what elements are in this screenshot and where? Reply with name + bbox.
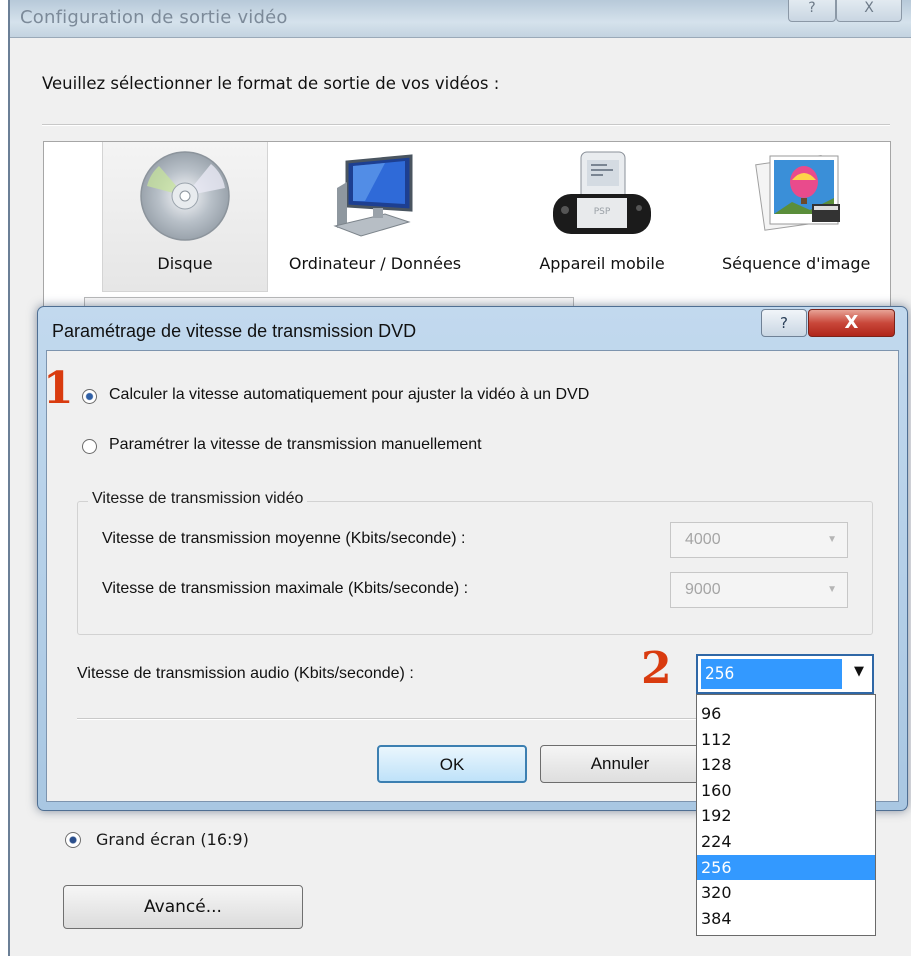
audio-bitrate-label: Vitesse de transmission audio (Kbits/sec… <box>77 665 414 682</box>
audio-option-320[interactable]: 320 <box>697 880 875 906</box>
audio-option-384[interactable]: 384 <box>697 906 875 932</box>
audio-bitrate-select[interactable]: 256 ▼ <box>696 654 874 694</box>
average-bitrate-label: Vitesse de transmission moyenne (Kbits/s… <box>102 530 466 547</box>
advanced-button[interactable]: Avancé... <box>63 885 303 929</box>
outer-help-button[interactable]: ? <box>788 0 836 22</box>
audio-option-128[interactable]: 128 <box>697 752 875 778</box>
radio-manual-label: Paramétrer la vitesse de transmission ma… <box>109 436 482 453</box>
average-bitrate-select: 4000 ▼ <box>670 522 848 558</box>
format-sequence-image[interactable]: Séquence d'image <box>714 142 890 292</box>
format-prompt: Veuillez sélectionner le format de sorti… <box>42 74 500 93</box>
audio-option-96[interactable]: 96 <box>697 701 875 727</box>
format-disque[interactable]: Disque <box>102 142 268 292</box>
max-bitrate-label: Vitesse de transmission maximale (Kbits/… <box>102 580 469 597</box>
outer-close-button[interactable]: X <box>836 0 902 22</box>
audio-bitrate-options: 96 112 128 160 192 224 256 320 384 <box>696 694 876 936</box>
cancel-button[interactable]: Annuler <box>540 745 700 783</box>
chevron-down-icon: ▼ <box>827 584 837 595</box>
widescreen-label: Grand écran (16:9) <box>96 830 249 849</box>
chevron-down-icon: ▼ <box>827 534 837 545</box>
max-bitrate-value: 9000 <box>685 581 721 598</box>
dialog-help-button[interactable]: ? <box>761 309 807 337</box>
widescreen-radio[interactable] <box>65 832 81 848</box>
video-group-legend: Vitesse de transmission vidéo <box>88 490 308 508</box>
video-bitrate-group: Vitesse de transmission vidéo Vitesse de… <box>77 490 873 635</box>
format-label: Ordinateur / Données <box>288 254 462 273</box>
audio-bitrate-value: 256 <box>701 659 842 689</box>
dialog-close-button[interactable]: X <box>808 309 895 337</box>
format-label: Séquence d'image <box>722 254 871 273</box>
average-bitrate-value: 4000 <box>685 531 721 548</box>
disc-icon <box>137 148 233 248</box>
outer-window-title: Configuration de sortie vidéo <box>20 7 288 28</box>
radio-auto-bitrate[interactable] <box>82 389 97 404</box>
computer-monitor-icon <box>325 148 425 248</box>
radio-auto-label: Calculer la vitesse automatiquement pour… <box>109 386 590 403</box>
dialog-title: Paramétrage de vitesse de transmission D… <box>52 321 417 341</box>
audio-option-112[interactable]: 112 <box>697 727 875 753</box>
outer-titlebar: Configuration de sortie vidéo ? X <box>10 0 911 38</box>
format-appareil-mobile[interactable]: PSP Appareil mobile <box>512 142 692 292</box>
svg-text:PSP: PSP <box>594 207 611 217</box>
audio-option-256[interactable]: 256 <box>697 854 875 881</box>
format-label: Disque <box>157 254 213 273</box>
audio-option-160[interactable]: 160 <box>697 778 875 804</box>
format-label: Appareil mobile <box>539 254 665 273</box>
annotation-marker-1: 1 <box>43 363 74 414</box>
audio-option-192[interactable]: 192 <box>697 803 875 829</box>
ok-button[interactable]: OK <box>377 745 527 783</box>
annotation-marker-2: 2 <box>641 643 672 694</box>
psp-device-icon: PSP <box>547 148 657 248</box>
format-list: Disque Ordinateur / Données PSP Appareil… <box>43 141 891 313</box>
divider <box>42 124 890 126</box>
chevron-down-icon[interactable]: ▼ <box>854 664 864 679</box>
radio-manual-bitrate[interactable] <box>82 439 97 454</box>
audio-option-224[interactable]: 224 <box>697 829 875 855</box>
max-bitrate-select: 9000 ▼ <box>670 572 848 608</box>
format-ordinateur[interactable]: Ordinateur / Données <box>270 142 480 292</box>
image-sequence-icon <box>752 148 848 248</box>
